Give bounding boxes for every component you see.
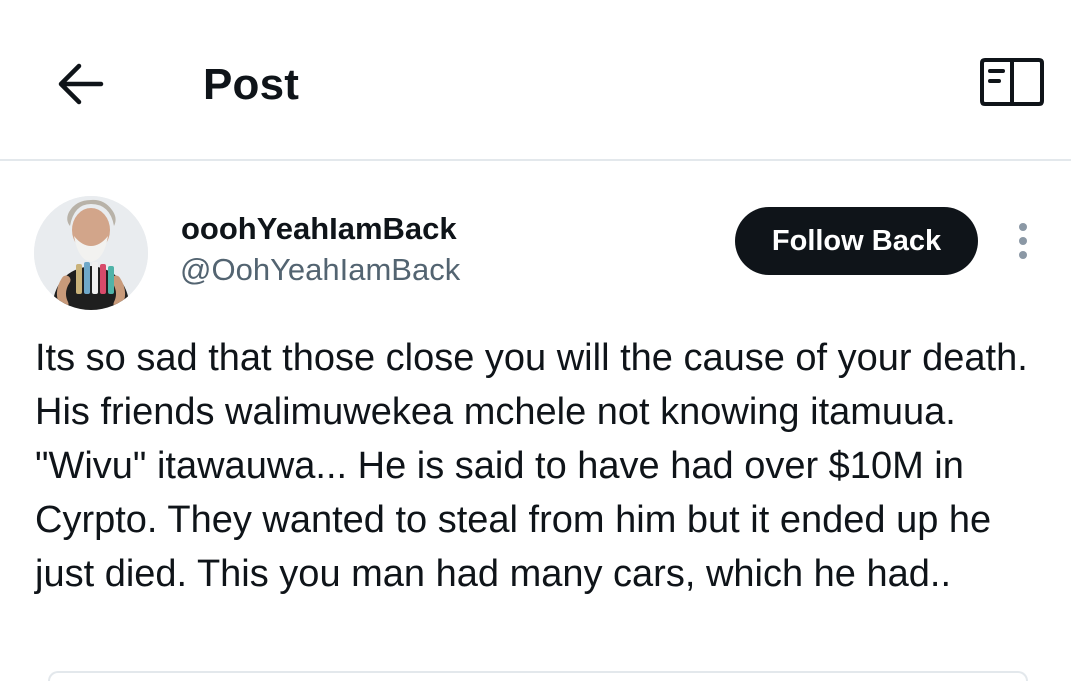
follow-back-button[interactable]: Follow Back: [735, 207, 978, 275]
arrow-left-icon: [58, 63, 104, 105]
back-button[interactable]: [50, 54, 110, 114]
profile-photo-icon: [34, 196, 148, 310]
post-text: Its so sad that those close you will the…: [35, 337, 1028, 595]
reader-mode-icon: [980, 58, 1044, 106]
top-app-bar: Post: [0, 0, 1071, 161]
avatar[interactable]: [34, 196, 148, 310]
author-display-name[interactable]: ooohYeahIamBack: [181, 210, 457, 248]
reader-mode-button[interactable]: [976, 52, 1048, 112]
more-options-button[interactable]: [1008, 218, 1038, 264]
author-handle[interactable]: @OohYeahIamBack: [180, 251, 460, 289]
page-title: Post: [203, 60, 300, 109]
divider: [48, 671, 1028, 681]
more-vertical-icon: [1019, 223, 1027, 259]
